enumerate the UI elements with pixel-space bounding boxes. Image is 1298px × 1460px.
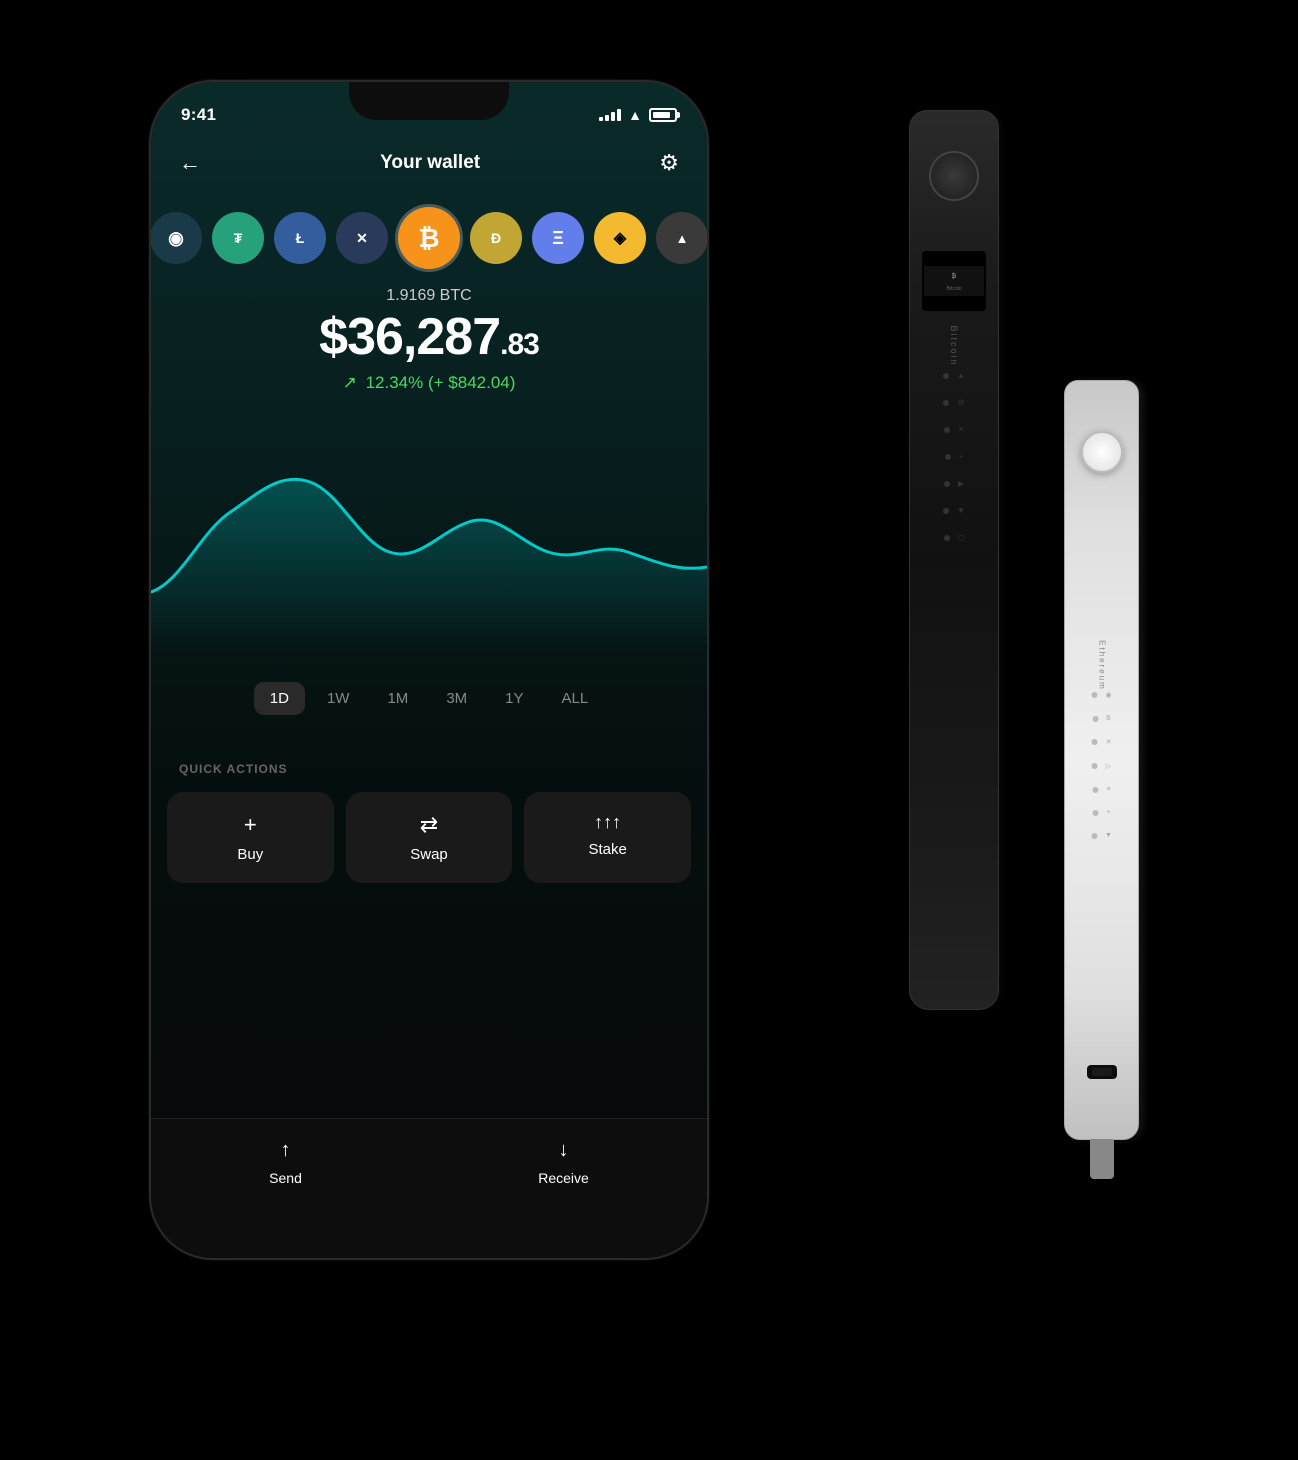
- coin-bitcoin-active[interactable]: ₿: [398, 207, 460, 269]
- swap-label: Swap: [410, 846, 448, 863]
- coin-litecoin[interactable]: Ł: [274, 212, 326, 264]
- period-1w[interactable]: 1W: [311, 682, 366, 715]
- quick-actions: + Buy ⇄ Swap ↑↑↑ Stake: [167, 792, 691, 883]
- page-title: Your wallet: [380, 152, 480, 174]
- time-period-selector: 1D 1W 1M 3M 1Y ALL: [151, 682, 707, 715]
- ledger-x-controls: ▲ ⚙ ✕ + ▶ ▼ ◻: [943, 371, 965, 542]
- buy-icon: +: [244, 812, 257, 838]
- nav-bar: ← Your wallet ⚙: [151, 136, 707, 190]
- receive-button[interactable]: ↓ Receive: [538, 1139, 589, 1186]
- chart-area: [151, 412, 707, 672]
- coin-tether[interactable]: ₮: [212, 212, 264, 264]
- ledger-s-label: Ethereum: [1097, 640, 1106, 691]
- scene: 9:41 ▲ ← Your wallet: [99, 30, 1199, 1430]
- ledger-nano-s: Ethereum ◉ B ✕ ▷ ≡: [1064, 380, 1139, 1140]
- ledger-s-button: [1081, 431, 1123, 473]
- ledger-x-button: [929, 151, 979, 201]
- buy-button[interactable]: + Buy: [167, 792, 334, 883]
- stake-icon: ↑↑↑: [594, 812, 621, 833]
- period-3m[interactable]: 3M: [430, 682, 483, 715]
- coin-xrp[interactable]: ✕: [336, 212, 388, 264]
- buy-label: Buy: [237, 846, 263, 863]
- status-icons: ▲: [599, 107, 677, 123]
- coin-bnb[interactable]: ◈: [594, 212, 646, 264]
- coin-algo[interactable]: ▲: [656, 212, 707, 264]
- ledger-s-port: [1087, 1065, 1117, 1079]
- coin-selector-row: ◉ ₮ Ł ✕ ₿ Ð Ξ ◈ ▲: [151, 202, 707, 274]
- price-chart: [151, 412, 707, 672]
- coin-doge[interactable]: Ð: [470, 212, 522, 264]
- period-1m[interactable]: 1M: [371, 682, 424, 715]
- svg-text:₿: ₿: [952, 273, 957, 280]
- period-all[interactable]: ALL: [546, 682, 605, 715]
- bottom-navigation: ↑ Send ↓ Receive: [151, 1118, 707, 1258]
- period-1y[interactable]: 1Y: [489, 682, 539, 715]
- ledger-nano-x: ₿ Bitcoin Bitcoin ▲ ⚙ ✕ +: [909, 110, 999, 1010]
- change-pct: 12.34%: [366, 373, 424, 392]
- swap-icon: ⇄: [420, 812, 438, 838]
- svg-text:Bitcoin: Bitcoin: [946, 286, 961, 292]
- quick-actions-label: QUICK ACTIONS: [179, 762, 288, 776]
- back-button[interactable]: ←: [179, 150, 201, 176]
- receive-label: Receive: [538, 1170, 589, 1186]
- period-1d[interactable]: 1D: [254, 682, 305, 715]
- swap-button[interactable]: ⇄ Swap: [346, 792, 513, 883]
- coin-ethereum[interactable]: Ξ: [532, 212, 584, 264]
- battery-icon: [649, 108, 677, 122]
- notch: [349, 82, 509, 120]
- change-arrow: ↗: [343, 373, 357, 392]
- signal-icon: [599, 109, 621, 121]
- price-dollars: $36,287: [319, 308, 500, 366]
- ledger-s-controls: ◉ B ✕ ▷ ≡ + ▼: [1091, 691, 1112, 839]
- usb-connector: [1090, 1139, 1114, 1179]
- price-cents: .83: [500, 328, 539, 361]
- send-button[interactable]: ↑ Send: [269, 1139, 302, 1186]
- price-change: ↗ 12.34% (+ $842.04): [171, 373, 687, 393]
- send-icon: ↑: [281, 1139, 291, 1162]
- status-time: 9:41: [181, 105, 216, 125]
- stake-button[interactable]: ↑↑↑ Stake: [524, 792, 691, 883]
- ledger-x-screen: ₿ Bitcoin: [922, 251, 986, 311]
- send-label: Send: [269, 1170, 302, 1186]
- change-amount: (+ $842.04): [428, 373, 515, 392]
- phone-device: 9:41 ▲ ← Your wallet: [149, 80, 709, 1260]
- screen: 9:41 ▲ ← Your wallet: [151, 82, 707, 1258]
- price-area: 1.9169 BTC $36,287.83 ↗ 12.34% (+ $842.0…: [151, 287, 707, 393]
- btc-amount: 1.9169 BTC: [171, 287, 687, 305]
- stake-label: Stake: [589, 841, 627, 858]
- wifi-icon: ▲: [628, 107, 642, 123]
- price-main: $36,287.83: [171, 311, 687, 363]
- ledger-x-label: Bitcoin: [949, 325, 959, 366]
- coin-other[interactable]: ◉: [151, 212, 202, 264]
- settings-button[interactable]: ⚙: [659, 150, 679, 176]
- receive-icon: ↓: [559, 1139, 569, 1162]
